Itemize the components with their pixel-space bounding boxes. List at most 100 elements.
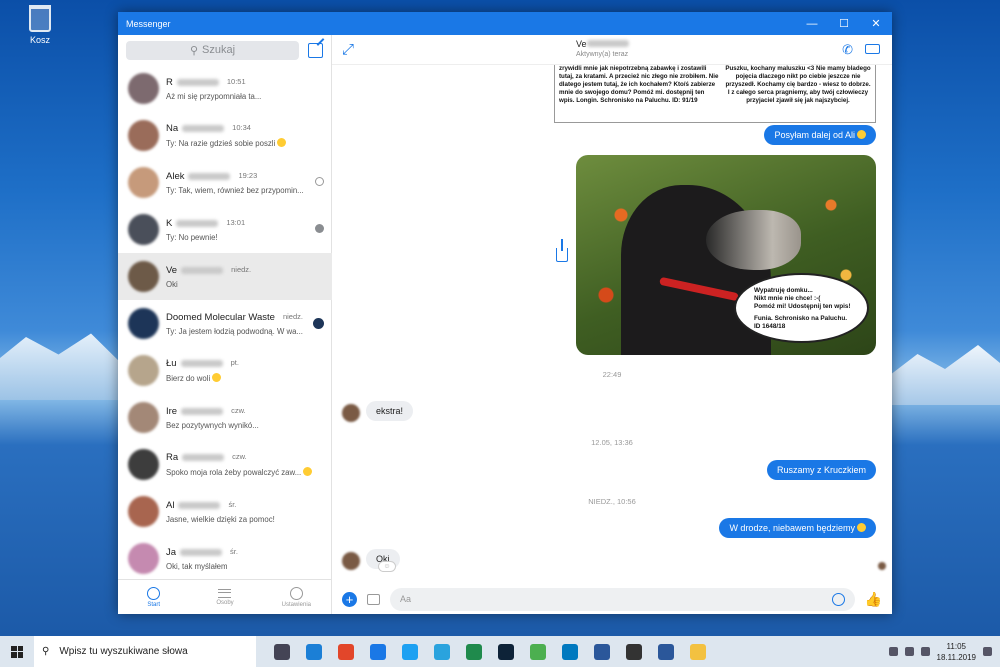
taskbar-app-office[interactable] bbox=[330, 636, 362, 667]
conversation-list: R 10:51 Aż mi się przypomniała ta... Na 10:3… bbox=[118, 65, 332, 579]
conversation-name-row: Łu pt. bbox=[166, 358, 332, 369]
emoji-icon[interactable] bbox=[831, 592, 845, 606]
sender-avatar bbox=[342, 404, 360, 422]
tray-icon[interactable] bbox=[888, 647, 898, 656]
conversation-name-row: Doomed Molecular Waste niedz. bbox=[166, 312, 332, 323]
chrome-icon bbox=[530, 643, 546, 660]
conversation-name: R bbox=[166, 76, 173, 88]
taskbar-app-twitter[interactable] bbox=[394, 636, 426, 667]
start-button[interactable] bbox=[0, 636, 34, 667]
conversation-name: Łu bbox=[166, 358, 177, 369]
conversation-preview-text: Jasne, wielkie dzięki za pomoc! bbox=[166, 514, 275, 524]
conversation-time: czw. bbox=[232, 452, 247, 461]
nav-people[interactable]: Osoby bbox=[189, 580, 260, 614]
search-input[interactable]: ⚲ Szukaj bbox=[126, 40, 299, 60]
conversation-name-row: Na 10:34 bbox=[166, 123, 332, 134]
network-icon[interactable] bbox=[904, 647, 914, 656]
nav-settings[interactable]: Ustawienia bbox=[261, 580, 332, 614]
notifications-icon[interactable] bbox=[983, 647, 992, 656]
video-camera-icon[interactable] bbox=[865, 44, 880, 54]
outgoing-message[interactable]: W drodze, niebawem będziemy bbox=[719, 518, 876, 538]
outgoing-message[interactable]: Posyłam dalej od Ali bbox=[764, 125, 876, 145]
shared-image-top[interactable]: zrywidli mnie jak niepotrzebną zabawkę i… bbox=[554, 65, 876, 123]
conversation-preview: Ty: Ja jestem łodzią podwodną. W wa... bbox=[166, 327, 321, 336]
conversation-item[interactable]: Al śr. Jasne, wielkie dzięki za pomoc! bbox=[118, 488, 332, 535]
conversation-time: 10:51 bbox=[226, 76, 246, 86]
conversation-item[interactable]: Na 10:34 Ty: Na razie gdzieś sobie poszli bbox=[118, 112, 332, 159]
conversation-time: czw. bbox=[231, 405, 246, 415]
taskbar-app-file-explorer[interactable] bbox=[682, 636, 714, 667]
clock[interactable]: 11:05 18.11.2019 bbox=[937, 641, 976, 663]
conversation-name: Na bbox=[166, 123, 179, 134]
volume-icon[interactable] bbox=[920, 647, 930, 656]
windows-logo-icon bbox=[11, 645, 23, 658]
avatar bbox=[128, 449, 159, 480]
contact-status: Aktywny(a) teraz bbox=[576, 51, 629, 58]
taskbar-app-task-view[interactable] bbox=[266, 636, 298, 667]
maximize-button[interactable]: ☐ bbox=[828, 12, 860, 35]
conversation-name: K bbox=[166, 217, 173, 229]
messenger-icon bbox=[370, 643, 386, 660]
nav-settings-label: Ustawienia bbox=[281, 601, 311, 608]
plus-icon[interactable]: + bbox=[342, 591, 357, 607]
avatar bbox=[128, 214, 159, 245]
dog-photo[interactable]: Wypatruję domku... Nikt mnie nie chce! :… bbox=[576, 155, 876, 355]
taskbar-app-trello[interactable] bbox=[554, 636, 586, 667]
balloon-line: Wypatruję domku... bbox=[754, 287, 813, 294]
conversation-item[interactable]: R 10:51 Aż mi się przypomniała ta... bbox=[118, 65, 332, 112]
conversation-time: śr. bbox=[228, 499, 237, 509]
thumbs-up-icon[interactable]: 👍 bbox=[865, 591, 882, 608]
conversation-name: Ire bbox=[166, 405, 178, 417]
recycle-bin-desktop-icon[interactable]: Kosz bbox=[20, 5, 60, 45]
gear-icon bbox=[289, 586, 303, 600]
sidebar-header: ⚲ Szukaj bbox=[118, 35, 331, 65]
call-actions: ✆ bbox=[842, 42, 880, 58]
conversation-info: K 13:01 Ty: No pewnie! bbox=[166, 218, 332, 242]
conversation-item[interactable]: Alek 19:23 Ty: Tak, wiem, również bez przy… bbox=[118, 159, 332, 206]
add-reaction-icon[interactable]: ☺ bbox=[378, 561, 396, 572]
balloon-line: ID 1648/18 bbox=[754, 323, 786, 330]
image-icon[interactable] bbox=[367, 593, 380, 605]
conversation-time: 13:01 bbox=[226, 217, 246, 227]
conversation-preview-text: Ty: No pewnie! bbox=[166, 232, 218, 242]
minimize-button[interactable]: — bbox=[796, 12, 828, 35]
office-icon bbox=[338, 643, 354, 660]
smile-emoji-icon bbox=[857, 523, 866, 532]
taskbar-app-photoshop[interactable] bbox=[490, 636, 522, 667]
photoshop-icon bbox=[498, 643, 514, 660]
expand-icon[interactable]: ⤢ bbox=[342, 41, 354, 58]
taskbar-app-word-blue[interactable] bbox=[650, 636, 682, 667]
taskbar-search[interactable]: ⚲ Wpisz tu wyszukiwane słowa bbox=[34, 636, 256, 667]
balloon-line: Pomóż mi! Udostępnij ten wpis! bbox=[754, 303, 851, 310]
conversation-item[interactable]: Łu pt. Bierz do woli bbox=[118, 347, 332, 394]
taskbar-app-excel-green[interactable] bbox=[458, 636, 490, 667]
share-icon[interactable] bbox=[556, 239, 568, 262]
taskbar-app-mail[interactable] bbox=[618, 636, 650, 667]
message-input[interactable]: Aa bbox=[390, 587, 855, 611]
outgoing-message[interactable]: Ruszamy z Kruczkiem bbox=[766, 460, 876, 480]
compose-icon[interactable] bbox=[308, 42, 323, 58]
avatar bbox=[128, 308, 159, 339]
balloon-line: Funia. Schronisko na Paluchu. bbox=[754, 315, 848, 322]
phone-icon[interactable]: ✆ bbox=[842, 42, 853, 58]
close-button[interactable]: ✕ bbox=[860, 12, 892, 35]
conversation-preview-text: Ty: Tak, wiem, również bez przypomin... bbox=[166, 185, 304, 195]
conversation-name-row: Ire czw. bbox=[166, 406, 332, 417]
taskbar-apps bbox=[266, 636, 714, 667]
contact-info[interactable]: Ve Aktywny(a) teraz bbox=[576, 38, 629, 58]
taskbar-app-telegram[interactable] bbox=[426, 636, 458, 667]
conversation-item[interactable]: Ire czw. Bez pozytywnych wynikó... bbox=[118, 394, 332, 441]
taskbar-app-messenger[interactable] bbox=[362, 636, 394, 667]
incoming-message[interactable]: ekstra! bbox=[366, 401, 414, 421]
conversation-item[interactable]: Doomed Molecular Waste niedz. Ty: Ja jeste… bbox=[118, 300, 332, 347]
nav-start[interactable]: Start bbox=[118, 580, 189, 614]
taskbar-app-word[interactable] bbox=[586, 636, 618, 667]
taskbar-app-edge[interactable] bbox=[298, 636, 330, 667]
conversation-item[interactable]: K 13:01 Ty: No pewnie! bbox=[118, 206, 332, 253]
conversation-item[interactable]: Ja śr. Oki, tak myślałem bbox=[118, 535, 332, 579]
edge-icon bbox=[306, 643, 322, 660]
search-icon: ⚲ bbox=[42, 646, 50, 657]
taskbar-app-chrome[interactable] bbox=[522, 636, 554, 667]
conversation-item[interactable]: Ve niedz. Oki bbox=[118, 253, 332, 300]
conversation-item[interactable]: Ra czw. Spoko moja rola żeby powalczyć zaw… bbox=[118, 441, 332, 488]
